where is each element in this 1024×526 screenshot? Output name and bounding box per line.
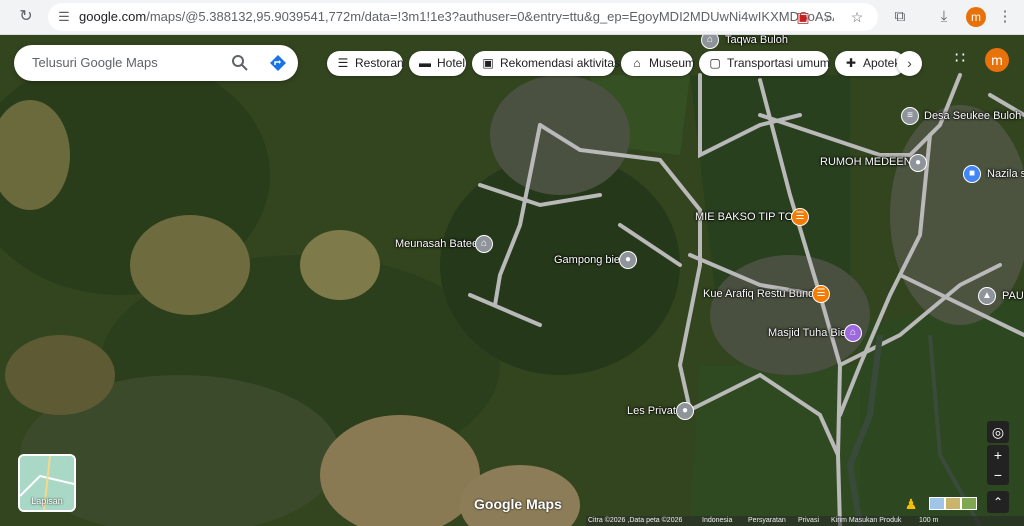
target-icon: ◎ (991, 424, 1005, 440)
chip-restoran[interactable]: ☰ Restoran (327, 51, 404, 76)
museum-icon: ⌂ (633, 56, 641, 70)
footer-link-feedback[interactable]: Kirim Masukan Produk (831, 516, 901, 526)
chip-label: Museum (649, 56, 696, 70)
pharmacy-icon: ✚ (845, 56, 857, 70)
restaurant-icon: ☰ (812, 285, 830, 303)
zoom-control: + − (987, 445, 1009, 485)
search-box[interactable]: Telusuri Google Maps (14, 45, 298, 81)
place-label: Kue Arafiq Restu Bunda (703, 288, 821, 300)
chip-label: Restoran (355, 56, 404, 70)
chip-apotek[interactable]: ✚ Apotek (835, 51, 905, 76)
place-label: Meunasah Batee (395, 238, 479, 250)
map-footer: Citra ©2026 ,Data peta ©2026 Indonesia P… (586, 516, 1024, 526)
place-label: Gampong bie (554, 254, 621, 266)
zoom-in-button[interactable]: + (987, 445, 1009, 465)
footer-link-indonesia[interactable]: Indonesia (702, 516, 732, 526)
imagery-thumbnail[interactable] (961, 497, 977, 510)
layers-label: Lapisan (31, 496, 63, 506)
url-domain: google.com (79, 9, 147, 24)
chip-label: Rekomendasi aktivitas (500, 56, 621, 70)
bus-icon: ▢ (709, 56, 721, 70)
chip-hotel[interactable]: ▬ Hotel (409, 51, 466, 76)
chips-next-button[interactable]: › (897, 51, 922, 76)
place-label: Taqwa Buloh (725, 35, 788, 46)
download-icon[interactable]: ⤓ (933, 6, 955, 28)
place-label: Les Privat (627, 405, 676, 417)
bookmark-star-icon[interactable]: ☆ (848, 8, 866, 26)
scale-label[interactable]: 100 m (919, 516, 938, 526)
camera-icon: ▣ (482, 56, 494, 70)
cast-icon[interactable]: ▣ (794, 8, 812, 26)
bed-icon: ▬ (419, 56, 431, 70)
place-of-worship-icon: ⌂ (844, 324, 862, 342)
browser-profile-avatar[interactable]: m (966, 7, 986, 27)
location-icon: ● (909, 154, 927, 172)
chip-label: Transportasi umum (727, 56, 830, 70)
expand-controls-button[interactable]: ⌃ (987, 491, 1009, 513)
chevron-right-icon: › (907, 55, 912, 71)
account-avatar[interactable]: m (985, 48, 1009, 72)
map-copyright: Citra ©2026 ,Data peta ©2026 (588, 517, 683, 524)
chip-label: Apotek (863, 56, 901, 70)
fork-knife-icon: ☰ (337, 56, 349, 70)
chip-museum[interactable]: ⌂ Museum (621, 51, 696, 76)
chevron-up-icon: ⌃ (992, 495, 1004, 509)
url-path: /maps/@5.388132,95.9039541,772m/data=!3m… (146, 9, 834, 24)
imagery-thumbnail[interactable] (929, 497, 945, 510)
location-icon: ● (619, 251, 637, 269)
chip-rekomendasi-aktivitas[interactable]: ▣ Rekomendasi aktivitas (472, 51, 620, 76)
chip-transportasi-umum[interactable]: ▢ Transportasi umum (699, 51, 830, 76)
my-location-button[interactable]: ◎ (987, 421, 1009, 443)
layers-button[interactable]: Lapisan (18, 454, 76, 512)
zoom-icon[interactable]: ⌕ (820, 8, 838, 26)
google-apps-icon[interactable]: ∷ (950, 49, 970, 69)
restaurant-icon: ☰ (791, 208, 809, 226)
satellite-imagery (0, 35, 1024, 526)
map-canvas[interactable]: Telusuri Google Maps ☰ Restoran ▬ Hotel … (0, 35, 1024, 526)
extensions-icon[interactable]: ⧉ (889, 6, 911, 28)
address-bar[interactable]: ☰ google.com/maps/@5.388132,95.9039541,7… (48, 3, 878, 31)
site-settings-icon[interactable]: ☰ (56, 9, 72, 25)
pegman-icon[interactable]: ♟ (904, 494, 918, 514)
search-input[interactable]: Telusuri Google Maps (32, 55, 158, 71)
directions-icon[interactable] (268, 53, 288, 73)
government-icon: ≡ (901, 107, 919, 125)
url-text: google.com/maps/@5.388132,95.9039541,772… (79, 9, 834, 25)
place-label: MIE BAKSO TIP TOP (695, 211, 801, 223)
zoom-out-button[interactable]: − (987, 465, 1009, 485)
school-icon: ▲ (978, 287, 996, 305)
shopping-bag-icon: ■ (963, 165, 981, 183)
imagery-thumbnail[interactable] (945, 497, 961, 510)
place-label: RUMOH MEDEENA (820, 156, 920, 168)
place-label: Masjid Tuha Bie (768, 327, 847, 339)
search-icon[interactable] (230, 53, 250, 73)
location-icon: ● (676, 402, 694, 420)
place-label: Desa Seukee Buloh (924, 110, 1022, 122)
place-label: Nazila s (987, 168, 1024, 180)
google-maps-logo: Google Maps (474, 496, 562, 512)
browser-menu-icon[interactable]: ⋮ (994, 6, 1016, 28)
browser-toolbar: ↻ ☰ google.com/maps/@5.388132,95.9039541… (0, 0, 1024, 35)
place-label: PAUD (1002, 290, 1024, 302)
mosque-icon: ⌂ (475, 235, 493, 253)
footer-link-terms[interactable]: Persyaratan (748, 516, 786, 526)
reload-icon[interactable]: ↻ (16, 7, 36, 27)
chip-label: Hotel (437, 56, 466, 70)
footer-link-privacy[interactable]: Privasi (798, 516, 819, 526)
